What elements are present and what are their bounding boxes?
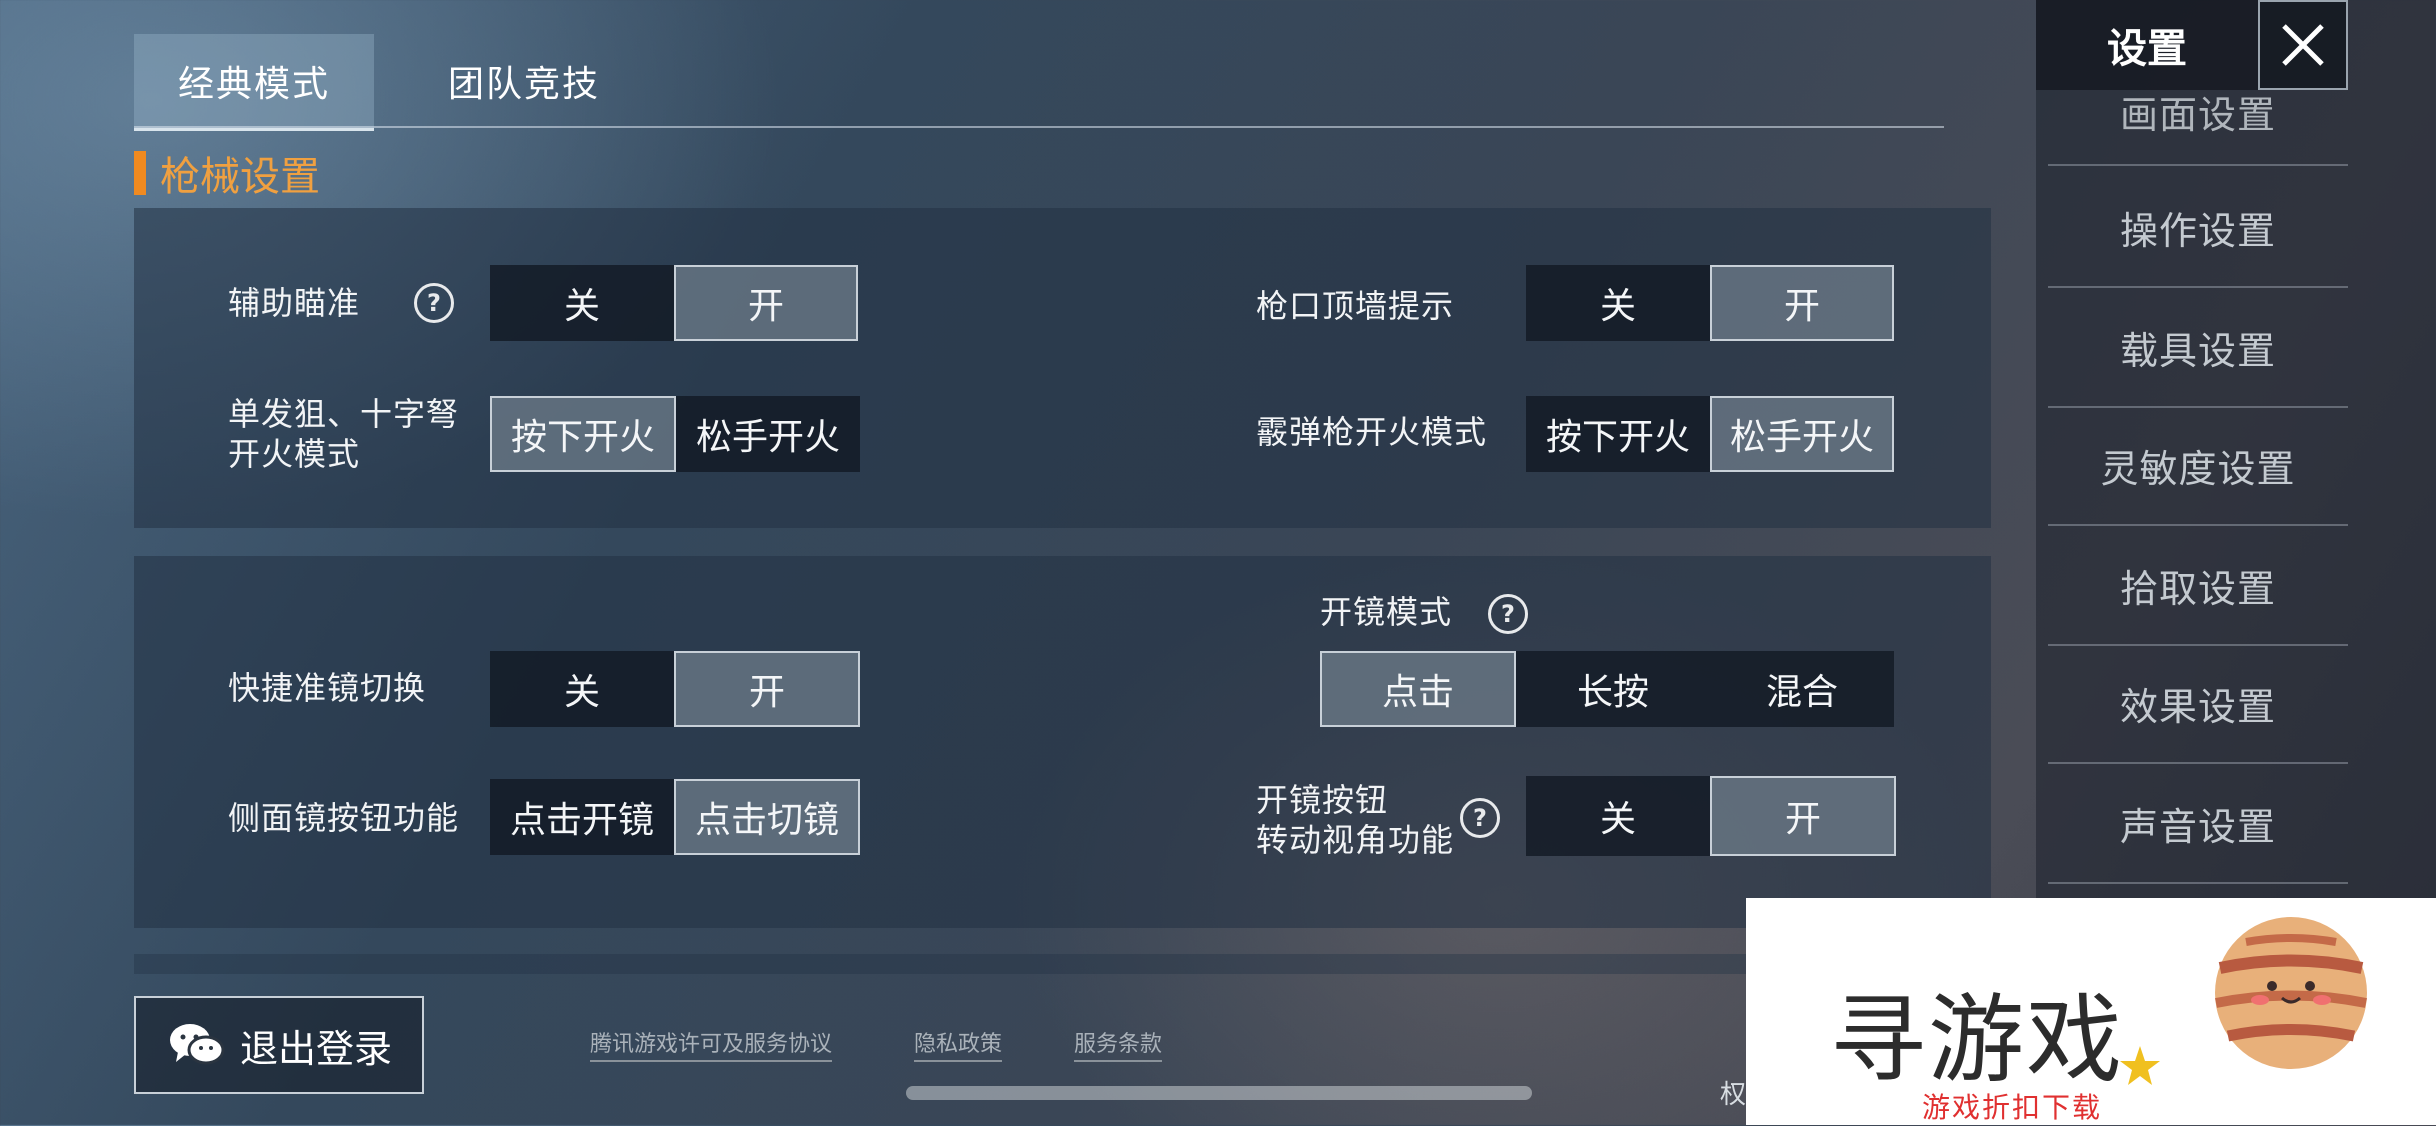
tab-divider [134, 126, 1944, 128]
scope-button-rotate-view-label-line1: 开镜按钮 [1256, 781, 1389, 819]
aim-assist-toggle: 关 开 [490, 265, 858, 341]
scope-mode-label: 开镜模式 [1320, 593, 1453, 631]
section-title: 枪械设置 [134, 148, 320, 200]
rotate-view-off-option[interactable]: 关 [1526, 776, 1710, 856]
privacy-policy-link[interactable]: 隐私政策 [914, 1026, 1003, 1062]
rotate-view-on-option[interactable]: 开 [1710, 776, 1896, 856]
muzzle-wall-hint-off-option[interactable]: 关 [1526, 265, 1710, 341]
question-mark-icon[interactable]: ? [414, 283, 454, 323]
side-scope-tap-open-option[interactable]: 点击开镜 [490, 779, 674, 855]
shotgun-fire-mode-selector: 按下开火 松手开火 [1526, 396, 1894, 472]
shotgun-release-to-fire-option[interactable]: 松手开火 [1710, 396, 1894, 472]
gun-settings-panel-3 [134, 954, 1991, 974]
sidebar-item-effects[interactable]: 效果设置 [2048, 644, 2348, 764]
muzzle-wall-hint-toggle: 关 开 [1526, 265, 1894, 341]
quick-scope-off-option[interactable]: 关 [490, 651, 674, 727]
watermark-subtitle: 游戏折扣下载 [1922, 1091, 2103, 1124]
sniper-press-to-fire-option[interactable]: 按下开火 [490, 396, 676, 472]
sniper-release-to-fire-option[interactable]: 松手开火 [676, 396, 860, 472]
scope-button-rotate-view-toggle: 关 开 [1526, 776, 1896, 856]
muzzle-wall-hint-on-option[interactable]: 开 [1710, 265, 1894, 341]
planet-mascot-icon [2215, 917, 2367, 1069]
sidebar-item-vehicle[interactable]: 载具设置 [2048, 288, 2348, 408]
logout-button[interactable]: 退出登录 [134, 996, 424, 1094]
question-mark-icon[interactable]: ? [1460, 798, 1500, 838]
home-indicator[interactable] [906, 1086, 1532, 1100]
settings-title: 设置 [2036, 0, 2258, 90]
section-accent-bar [134, 151, 146, 195]
star-icon [2120, 1046, 2160, 1085]
aim-assist-off-option[interactable]: 关 [490, 265, 674, 341]
scope-mode-hold-option[interactable]: 长按 [1516, 651, 1710, 727]
side-scope-tap-switch-option[interactable]: 点击切镜 [674, 779, 860, 855]
question-mark-icon[interactable]: ? [1488, 594, 1528, 634]
gun-settings-panel-2 [134, 556, 1991, 928]
section-title-text: 枪械设置 [160, 154, 320, 200]
sniper-crossbow-fire-label-line1: 单发狙、十字弩 [228, 395, 460, 433]
sidebar-item-sound[interactable]: 声音设置 [2048, 764, 2348, 884]
sniper-crossbow-fire-label-line2: 开火模式 [228, 435, 361, 473]
tab-team-deathmatch[interactable]: 团队竞技 [404, 34, 644, 128]
watermark-logo: 寻游戏 游戏折扣下载 [1746, 898, 2436, 1125]
sidebar-item-sensitivity[interactable]: 灵敏度设置 [2048, 406, 2348, 526]
quick-scope-switch-toggle: 关 开 [490, 651, 860, 727]
logout-label: 退出登录 [239, 1026, 392, 1071]
close-icon [2282, 24, 2324, 66]
close-button[interactable] [2258, 0, 2348, 90]
sniper-fire-mode-selector: 按下开火 松手开火 [490, 396, 860, 472]
watermark-title: 寻游戏 [1830, 984, 2124, 1096]
muzzle-wall-hint-label: 枪口顶墙提示 [1256, 287, 1455, 325]
partial-text: 权 [1720, 1080, 1747, 1110]
side-scope-button-label: 侧面镜按钮功能 [228, 799, 460, 837]
wechat-icon [169, 1024, 225, 1065]
tab-classic-mode[interactable]: 经典模式 [134, 34, 374, 131]
quick-scope-switch-label: 快捷准镜切换 [228, 669, 427, 707]
aim-assist-label: 辅助瞄准 [228, 284, 361, 322]
shotgun-press-to-fire-option[interactable]: 按下开火 [1526, 396, 1710, 472]
scope-button-rotate-view-label-line2: 转动视角功能 [1256, 821, 1455, 859]
scope-mode-mixed-option[interactable]: 混合 [1710, 651, 1894, 727]
quick-scope-on-option[interactable]: 开 [674, 651, 860, 727]
sidebar-item-pickup[interactable]: 拾取设置 [2048, 526, 2348, 646]
sidebar-item-controls[interactable]: 操作设置 [2048, 168, 2348, 288]
terms-of-service-link[interactable]: 服务条款 [1074, 1026, 1163, 1062]
shotgun-fire-mode-label: 霰弹枪开火模式 [1256, 413, 1488, 451]
scope-mode-tap-option[interactable]: 点击 [1320, 651, 1516, 727]
aim-assist-on-option[interactable]: 开 [674, 265, 858, 341]
gun-settings-panel-1 [134, 208, 1991, 528]
scope-mode-selector: 点击 长按 混合 [1320, 651, 1894, 727]
side-scope-button-selector: 点击开镜 点击切镜 [490, 779, 860, 855]
license-agreement-link[interactable]: 腾讯游戏许可及服务协议 [590, 1026, 833, 1062]
